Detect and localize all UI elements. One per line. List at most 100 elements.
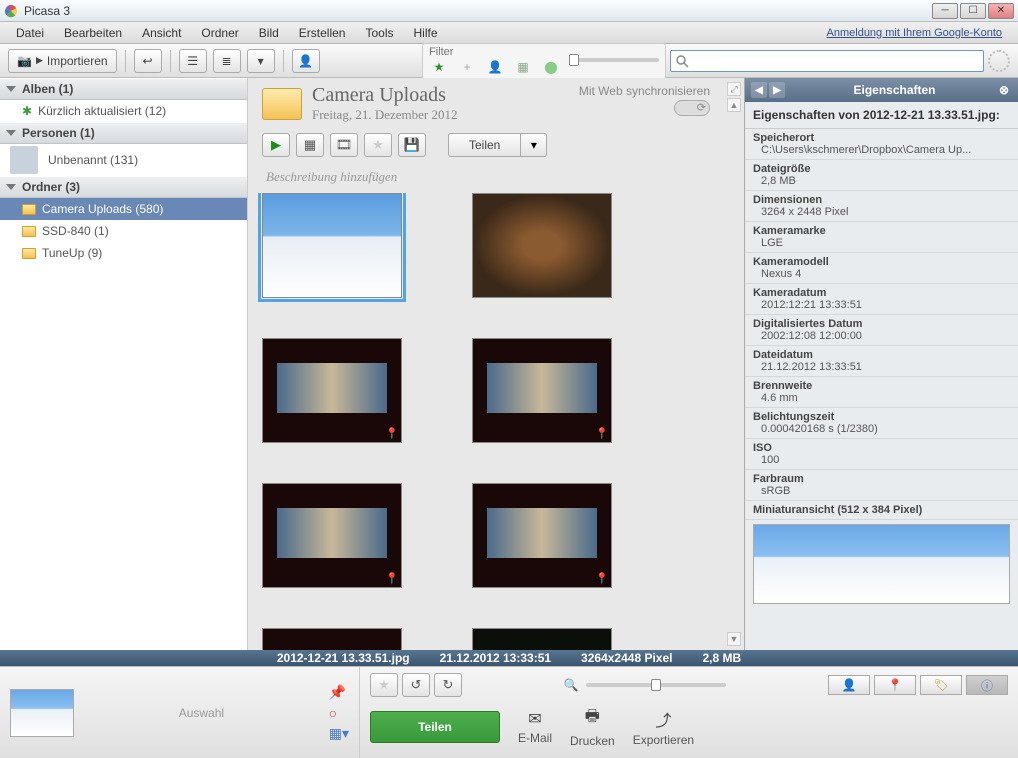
status-dimensions: 3264x2448 Pixel [581, 651, 672, 665]
tab-places-button[interactable]: 📍 [874, 675, 916, 695]
thumbnail[interactable] [472, 193, 612, 298]
sidebar: Alben (1) ✱Kürzlich aktualisiert (12) Pe… [0, 78, 248, 650]
sidebar-header-folders[interactable]: Ordner (3) [0, 176, 247, 198]
thumbnail-grid: 📍 📍 📍 📍 [248, 193, 724, 650]
album-share-button[interactable]: Teilen ▾ [448, 133, 547, 157]
album-toolbar: ▶ ▦ 🎞 ★ 💾 Teilen ▾ [248, 129, 724, 165]
rotate-right-button[interactable]: ↻ [434, 673, 462, 697]
prop-prev-button[interactable]: ◀ [751, 82, 767, 98]
minimize-button[interactable]: ─ [932, 3, 958, 19]
rotate-left-button[interactable]: ↺ [402, 673, 430, 697]
sidebar-item-unnamed[interactable]: Unbenannt (131) [0, 144, 247, 176]
sidebar-item-tuneup[interactable]: TuneUp (9) [0, 242, 247, 264]
zoom-icon: 🔍 [564, 678, 579, 692]
sidebar-item-camera-uploads[interactable]: Camera Uploads (580) [0, 198, 247, 220]
properties-subtitle: Eigenschaften von 2012-12-21 13.33.51.jp… [745, 102, 1018, 129]
export-button[interactable]: ⤴Exportieren [633, 707, 694, 747]
menu-bearbeiten[interactable]: Bearbeiten [54, 24, 132, 42]
people-button[interactable]: 👤 [292, 49, 320, 73]
search-icon [675, 54, 689, 68]
filter-plus-icon[interactable]: + [457, 58, 477, 76]
geo-pin-icon: 📍 [385, 427, 399, 440]
save-button[interactable]: 💾 [398, 133, 426, 157]
thumbnail[interactable]: 📍 [472, 338, 612, 443]
properties-list[interactable]: SpeicherortC:\Users\kschmerer\Dropbox\Ca… [745, 129, 1018, 650]
scroll-down-button[interactable]: ▼ [727, 632, 741, 646]
expand-button[interactable]: ⤢ [727, 82, 741, 96]
sidebar-item-recent[interactable]: ✱Kürzlich aktualisiert (12) [0, 100, 247, 122]
tray-label: Auswahl [84, 706, 319, 720]
menu-tools[interactable]: Tools [355, 24, 403, 42]
sync-toggle[interactable] [674, 100, 710, 116]
filter-slider[interactable] [569, 58, 659, 62]
filter-movie-icon[interactable]: ▦ [513, 58, 533, 76]
folder-icon [22, 248, 36, 259]
menu-erstellen[interactable]: Erstellen [289, 24, 356, 42]
properties-thumbnail [753, 524, 1010, 604]
movie-button[interactable]: 🎞 [330, 133, 358, 157]
share-dropdown-icon[interactable]: ▾ [521, 133, 547, 157]
filter-star-icon[interactable]: ★ [429, 58, 449, 76]
status-bar: 2012-12-21 13.33.51.jpg 21.12.2012 13:33… [0, 650, 1018, 666]
share-button[interactable]: Teilen [370, 711, 500, 743]
filter-person-icon[interactable]: 👤 [485, 58, 505, 76]
geo-pin-icon: 📍 [595, 427, 609, 440]
album-date: Freitag, 21. Dezember 2012 [312, 107, 457, 123]
tray-thumbnail[interactable] [10, 689, 74, 737]
toolbar: 📷 ▶ Importieren ↩ ☰ ≣ ▾ 👤 Filter ★ + 👤 ▦… [0, 44, 1018, 78]
prop-next-button[interactable]: ▶ [769, 82, 785, 98]
search-input[interactable] [670, 50, 984, 72]
recent-icon: ✱ [22, 104, 32, 118]
status-size: 2,8 MB [702, 651, 741, 665]
album-title: Camera Uploads [312, 84, 457, 107]
import-button[interactable]: 📷 ▶ Importieren [8, 49, 117, 73]
thumbnail[interactable]: 📍 [262, 338, 402, 443]
menu-ansicht[interactable]: Ansicht [132, 24, 191, 42]
google-login-link[interactable]: Anmeldung mit Ihrem Google-Konto [817, 25, 1012, 41]
thumbnail[interactable]: 📍 [472, 483, 612, 588]
view-list-button[interactable]: ☰ [179, 49, 207, 73]
thumbnail[interactable] [262, 193, 402, 298]
tray-more-button[interactable]: ▦▾ [329, 725, 349, 742]
geo-pin-icon: 📍 [595, 572, 609, 585]
star-toggle-button[interactable]: ★ [370, 673, 398, 697]
sidebar-header-albums[interactable]: Alben (1) [0, 78, 247, 100]
filter-geo-icon[interactable]: ⬤ [541, 58, 561, 76]
menubar: Datei Bearbeiten Ansicht Ordner Bild Ers… [0, 22, 1018, 44]
scroll-up-button[interactable]: ▲ [727, 98, 741, 112]
pin-button[interactable]: 📌 [329, 684, 349, 701]
collage-button[interactable]: ▦ [296, 133, 324, 157]
tab-info-button[interactable]: ⓘ [966, 675, 1008, 695]
window-title: Picasa 3 [24, 4, 930, 18]
scroll-gutter: ⤢ ▲ ▼ [724, 78, 744, 650]
view-detail-button[interactable]: ≣ [213, 49, 241, 73]
thumbnail[interactable]: 📍 [262, 483, 402, 588]
menu-ordner[interactable]: Ordner [191, 24, 248, 42]
properties-title: Eigenschaften [793, 83, 996, 97]
print-button[interactable]: 🖶Drucken [570, 705, 615, 748]
back-button[interactable]: ↩ [134, 49, 162, 73]
maximize-button[interactable]: ☐ [960, 3, 986, 19]
sync-label: Mit Web synchronisieren [579, 84, 710, 98]
properties-close-button[interactable]: ⊗ [996, 82, 1012, 98]
clear-button[interactable]: ○ [329, 705, 349, 721]
close-button[interactable]: ✕ [988, 3, 1014, 19]
tab-people-button[interactable]: 👤 [828, 675, 870, 695]
menu-bild[interactable]: Bild [249, 24, 289, 42]
person-icon [10, 146, 38, 174]
star-button[interactable]: ★ [364, 133, 392, 157]
geo-pin-icon: 📍 [385, 572, 399, 585]
thumbnail[interactable] [262, 628, 402, 650]
email-button[interactable]: ✉E-Mail [518, 709, 552, 745]
tab-tags-button[interactable]: 🏷 [920, 675, 962, 695]
export-icon: ⤴ [655, 707, 671, 731]
menu-hilfe[interactable]: Hilfe [404, 24, 448, 42]
menu-datei[interactable]: Datei [6, 24, 54, 42]
zoom-slider[interactable] [586, 683, 726, 687]
sidebar-item-ssd[interactable]: SSD-840 (1) [0, 220, 247, 242]
album-description[interactable]: Beschreibung hinzufügen [248, 165, 724, 193]
thumbnail[interactable] [472, 628, 612, 650]
play-slideshow-button[interactable]: ▶ [262, 133, 290, 157]
view-dropdown-button[interactable]: ▾ [247, 49, 275, 73]
sidebar-header-people[interactable]: Personen (1) [0, 122, 247, 144]
